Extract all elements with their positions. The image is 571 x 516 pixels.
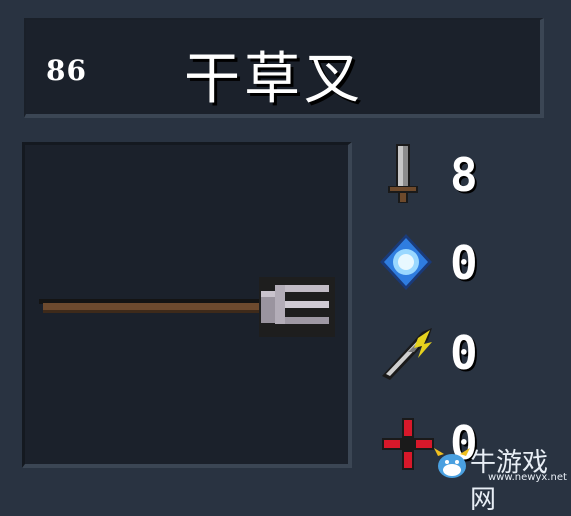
red-crosshair-icon [382,418,434,470]
stat-row-mana: 0 [378,228,508,298]
mana-value: 0 [450,236,478,290]
cow-logo-icon [434,448,470,478]
attack-value: 8 [450,148,478,202]
item-title-panel: 86 干草叉 [24,18,544,118]
blue-gem-icon [380,234,432,290]
lightning-blade-icon [382,328,432,380]
critical-value: 0 [450,326,478,380]
stat-row-critical: 0 [378,318,508,388]
watermark-url: www.newyx.net [488,472,567,483]
site-watermark: 牛游戏网 www.newyx.net [432,440,571,515]
item-name: 干草叉 [184,47,364,112]
item-id: 86 [46,54,87,87]
sword-icon [388,144,418,203]
stat-row-attack: 8 [378,140,508,210]
item-preview-panel [22,142,352,468]
pitchfork-icon [39,277,335,337]
